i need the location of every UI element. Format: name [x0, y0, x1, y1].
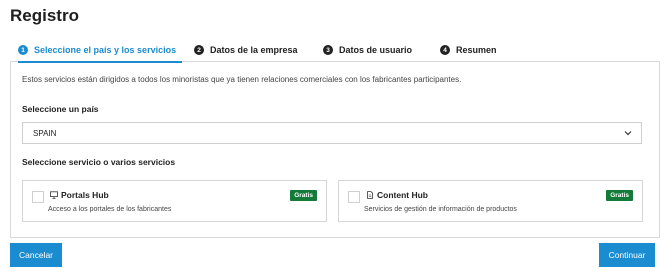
cancel-button[interactable]: Cancelar [10, 243, 62, 267]
step-number: 1 [18, 45, 28, 55]
service-description: Servicios de gestión de información de p… [364, 206, 517, 213]
services-label: Seleccione servicio o varios servicios [22, 157, 176, 167]
document-icon [367, 191, 373, 199]
step-user-data[interactable]: 3 Datos de usuario [323, 38, 412, 62]
free-badge: Gratis [290, 190, 317, 201]
country-select[interactable]: SPAIN [22, 122, 642, 144]
country-label: Seleccione un país [22, 104, 99, 114]
step-number: 2 [194, 45, 204, 55]
step-label: Datos de usuario [339, 45, 413, 55]
step-select-country[interactable]: 1 Seleccione el país y los servicios [18, 38, 183, 63]
step-number: 3 [323, 45, 333, 55]
service-checkbox[interactable] [348, 191, 360, 203]
step-label: Resumen [456, 45, 497, 55]
monitor-icon [50, 191, 58, 199]
intro-text: Estos servicios están dirigidos a todos … [22, 75, 462, 84]
service-name: Portals Hub [61, 190, 109, 200]
chevron-down-icon [624, 131, 632, 136]
page-title: Registro [10, 6, 79, 25]
service-checkbox[interactable] [32, 191, 44, 203]
service-description: Acceso a los portales de los fabricantes [48, 206, 172, 213]
continue-button[interactable]: Continuar [599, 243, 655, 267]
step-company-data[interactable]: 2 Datos de la empresa [194, 38, 298, 62]
service-name: Content Hub [377, 190, 428, 200]
service-card-portals-hub[interactable]: Portals Hub Acceso a los portales de los… [22, 180, 327, 222]
free-badge: Gratis [606, 190, 633, 201]
step-summary[interactable]: 4 Resumen [440, 38, 497, 62]
service-title: Portals Hub [50, 190, 109, 200]
step-label: Seleccione el país y los servicios [34, 45, 177, 55]
step-number: 4 [440, 45, 450, 55]
service-card-content-hub[interactable]: Content Hub Servicios de gestión de info… [338, 180, 643, 222]
service-title: Content Hub [366, 190, 428, 200]
step-label: Datos de la empresa [210, 45, 298, 55]
stepper: 1 Seleccione el país y los servicios 2 D… [10, 38, 660, 63]
country-select-value: SPAIN [33, 128, 57, 138]
